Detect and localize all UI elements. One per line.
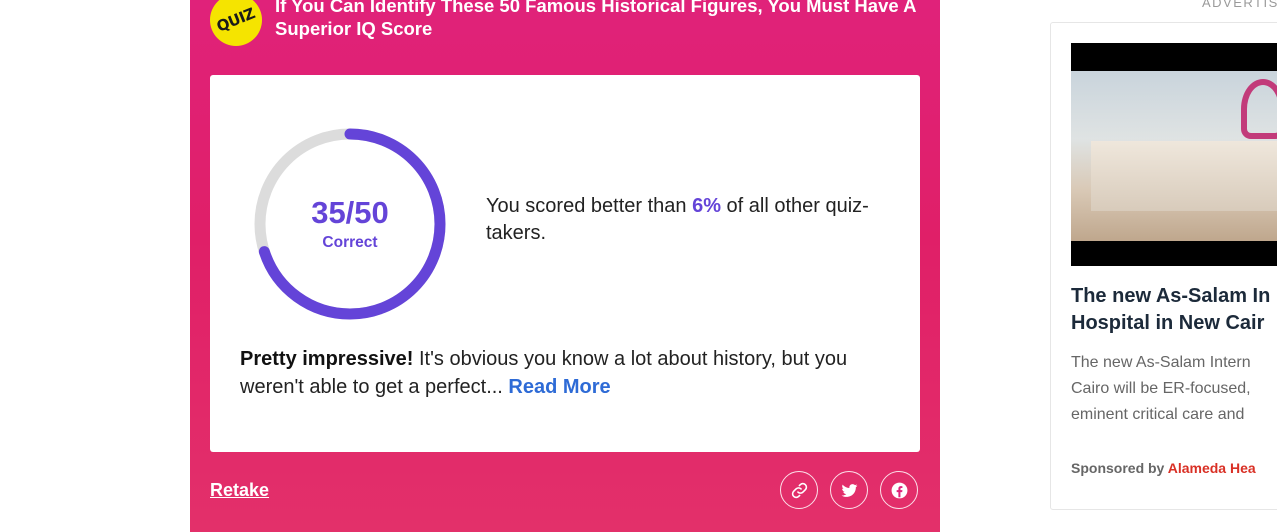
ad-body: The new As-Salam Intern Cairo will be ER… [1071, 350, 1277, 428]
quiz-badge-label: QUIZ [214, 4, 258, 36]
share-facebook-button[interactable] [880, 471, 918, 509]
retake-link[interactable]: Retake [210, 480, 269, 501]
result-description: Pretty impressive! It's obvious you know… [240, 345, 890, 401]
result-card: 35/50 Correct You scored better than 6% … [210, 75, 920, 452]
ad-body-line3: eminent critical care and [1071, 406, 1245, 423]
facebook-icon [891, 482, 907, 498]
quiz-badge: QUIZ [210, 0, 262, 46]
share-twitter-button[interactable] [830, 471, 868, 509]
quiz-result-panel: QUIZ If You Can Identify These 50 Famous… [190, 0, 940, 532]
ad-headline-line2: Hospital in New Cair [1071, 312, 1265, 334]
ad-video-frame [1071, 71, 1277, 241]
ad-sponsor: Sponsored by Alameda Hea [1071, 460, 1256, 476]
ad-body-line2: Cairo will be ER-focused, [1071, 380, 1251, 397]
link-icon [791, 482, 807, 498]
advertisement-label: ADVERTIS [1202, 0, 1277, 10]
ad-body-line1: The new As-Salam Intern [1071, 354, 1251, 371]
ad-headline[interactable]: The new As-Salam In Hospital in New Cair [1071, 283, 1277, 337]
percentile-prefix: You scored better than [486, 195, 693, 217]
ad-building-image [1091, 141, 1277, 211]
ad-logo-image [1241, 79, 1277, 139]
twitter-icon [841, 483, 857, 497]
quiz-title[interactable]: If You Can Identify These 50 Famous Hist… [275, 0, 925, 40]
score-display: 35/50 Correct [250, 124, 450, 324]
ad-card[interactable]: The new As-Salam In Hospital in New Cair… [1050, 22, 1277, 510]
score-value: 35/50 [311, 195, 389, 230]
read-more-link[interactable]: Read More [508, 376, 610, 398]
percentile-text: You scored better than 6% of all other q… [486, 193, 876, 247]
ad-sponsored-by: Sponsored by [1071, 460, 1168, 476]
percentile-value: 6% [692, 195, 721, 217]
ad-sponsor-name[interactable]: Alameda Hea [1168, 460, 1256, 476]
result-headline: Pretty impressive! [240, 348, 414, 370]
copy-link-button[interactable] [780, 471, 818, 509]
ad-headline-line1: The new As-Salam In [1071, 285, 1271, 307]
score-label: Correct [322, 234, 378, 251]
ad-video[interactable] [1071, 43, 1277, 266]
